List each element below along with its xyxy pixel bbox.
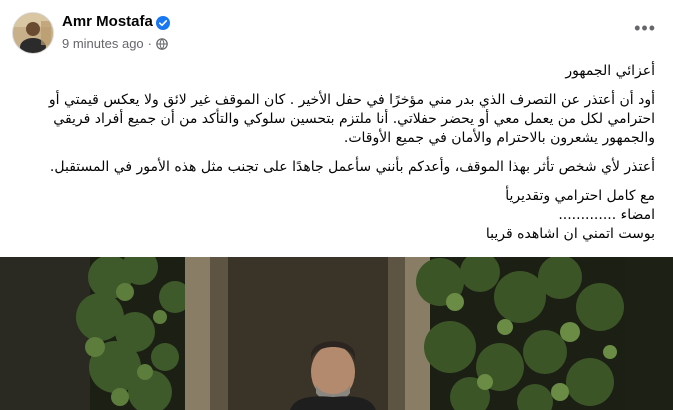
post-meta: 9 minutes ago · xyxy=(62,36,168,51)
author-name[interactable]: Amr Mostafa xyxy=(62,13,153,30)
post-photo-image xyxy=(0,257,673,410)
post-photo[interactable] xyxy=(0,257,673,410)
post-greeting: أعزائي الجمهور xyxy=(565,63,655,79)
post-time[interactable]: 9 minutes ago xyxy=(62,36,144,51)
facebook-post: Amr Mostafa 9 minutes ago · ••• أعزائي ا… xyxy=(0,0,673,410)
post-closing: مع كامل احترامي وتقديريأ xyxy=(505,188,655,204)
post-header: Amr Mostafa 9 minutes ago · ••• xyxy=(12,12,662,56)
globe-icon[interactable] xyxy=(156,37,168,50)
avatar-image xyxy=(13,13,53,53)
post-paragraph-2: أعتذر لأي شخص تأثر بهذا الموقف، وأعدكم ب… xyxy=(49,159,655,175)
avatar[interactable] xyxy=(12,12,54,54)
separator-dot: · xyxy=(147,36,153,51)
post-footer-line: بوست اتمني ان اشاهده قريبا xyxy=(485,226,655,242)
verified-badge-icon xyxy=(156,16,170,30)
post-paragraph-1: أود أن أعتذر عن التصرف الذي بدر مني مؤخر… xyxy=(48,92,655,146)
post-signature: امضاء ............. xyxy=(558,207,655,223)
more-options-icon[interactable]: ••• xyxy=(634,18,656,39)
post-body: أعزائي الجمهور أود أن أعتذر عن التصرف ال… xyxy=(15,62,655,244)
